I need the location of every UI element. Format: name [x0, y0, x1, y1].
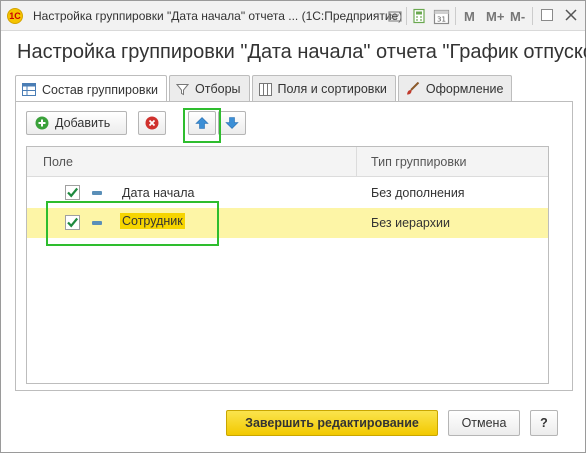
tab-bar: Состав группировки Отборы Поля и сортиро… — [15, 75, 514, 103]
tab-appearance[interactable]: Оформление — [397, 75, 513, 102]
add-button[interactable]: Добавить — [26, 111, 127, 135]
tab-fields-sorting[interactable]: Поля и сортировки — [251, 75, 396, 102]
table-icon — [22, 83, 36, 96]
group-type-value[interactable]: Без дополнения — [371, 186, 465, 200]
filter-icon — [176, 83, 190, 96]
delete-x-icon — [145, 116, 159, 130]
close-icon[interactable] — [564, 8, 578, 25]
window-title: Настройка группировки "Дата начала" отче… — [33, 9, 403, 23]
tab-filters[interactable]: Отборы — [169, 75, 250, 102]
1c-logo-icon: 1С — [7, 8, 23, 24]
toolbar-divider — [455, 7, 456, 25]
columns-icon — [258, 82, 272, 96]
memory-m-icon[interactable]: M — [464, 7, 475, 25]
dialog-window: 1С Настройка группировки "Дата начала" о… — [0, 0, 586, 453]
tab-label: Состав группировки — [42, 82, 159, 97]
column-header-field[interactable]: Поле — [43, 155, 73, 169]
calendar-icon[interactable]: 31 — [433, 7, 450, 25]
tab-grouping-composition[interactable]: Состав группировки — [15, 75, 168, 103]
column-divider — [356, 147, 357, 177]
finish-editing-button[interactable]: Завершить редактирование — [226, 410, 438, 436]
table-header: Поле Тип группировки — [27, 147, 548, 177]
brush-icon — [405, 82, 420, 96]
tab-label: Оформление — [425, 82, 504, 96]
plus-circle-icon — [35, 116, 49, 130]
doc-icon[interactable] — [387, 7, 403, 25]
arrow-down-icon — [225, 116, 239, 130]
annotation-highlight-row — [46, 201, 219, 246]
grouping-table: Поле Тип группировки Дата начала Без доп… — [26, 146, 549, 384]
cancel-button[interactable]: Отмена — [448, 410, 520, 436]
add-button-label: Добавить — [55, 116, 111, 130]
field-name: Дата начала — [122, 186, 195, 200]
group-type-value[interactable]: Без иерархии — [371, 216, 450, 230]
memory-mminus-icon[interactable]: M- — [510, 7, 525, 25]
checkmark-icon — [67, 187, 79, 198]
tab-label: Отборы — [195, 82, 241, 96]
column-header-group-type[interactable]: Тип группировки — [371, 155, 466, 169]
calendar-day: 31 — [437, 15, 446, 23]
calculator-icon[interactable] — [411, 7, 427, 25]
row-checkbox[interactable] — [65, 185, 80, 200]
title-bar: 1С Настройка группировки "Дата начала" о… — [1, 1, 585, 31]
page-title: Настройка группировки "Дата начала" отче… — [17, 41, 586, 63]
toolbar-divider — [406, 7, 407, 25]
minimize-icon[interactable] — [540, 8, 554, 25]
field-type-icon — [92, 191, 102, 195]
annotation-highlight-up — [183, 108, 221, 143]
move-down-button[interactable] — [218, 111, 246, 135]
tab-label: Поля и сортировки — [277, 82, 387, 96]
delete-button[interactable] — [138, 111, 166, 135]
memory-mplus-icon[interactable]: M+ — [486, 7, 504, 25]
help-button[interactable]: ? — [530, 410, 558, 436]
toolbar-divider — [532, 7, 533, 25]
